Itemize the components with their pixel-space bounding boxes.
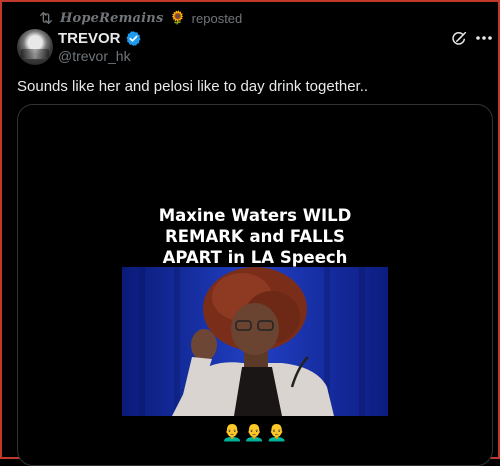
avatar[interactable] (17, 29, 53, 65)
repost-icon (38, 10, 54, 26)
more-options-icon[interactable] (475, 29, 493, 47)
media-title-line-1: Maxine Waters WILD (158, 206, 352, 225)
verified-badge-icon[interactable] (125, 30, 142, 47)
author-handle[interactable]: @trevor_hk (58, 48, 131, 64)
speaker-photo (122, 267, 388, 416)
media-video[interactable]: Maxine Waters WILD REMARK and FALLS APAR… (17, 104, 493, 466)
grok-icon[interactable] (450, 30, 468, 48)
repost-context[interactable]: 𝑯𝒐𝒑𝒆𝑹𝒆𝒎𝒂𝒊𝒏𝒔 🌻 reposted (38, 9, 242, 27)
media-caption-emojis: 👨‍🦲👨‍🦲👨‍🦲 (221, 423, 289, 442)
tweet-text: Sounds like her and pelosi like to day d… (17, 78, 369, 95)
reposter-emoji: 🌻 (169, 10, 186, 25)
reposter-name[interactable]: 𝑯𝒐𝒑𝒆𝑹𝒆𝒎𝒂𝒊𝒏𝒔 (60, 11, 163, 26)
media-title: Maxine Waters WILD REMARK and FALLS APAR… (18, 205, 492, 268)
repost-label: reposted (191, 10, 243, 26)
media-title-line-3: APART in LA Speech (162, 248, 348, 267)
author-display-name[interactable]: TREVOR (58, 30, 121, 47)
media-title-line-2: REMARK and FALLS (165, 227, 345, 246)
author-display-name-row[interactable]: TREVOR (58, 30, 142, 47)
